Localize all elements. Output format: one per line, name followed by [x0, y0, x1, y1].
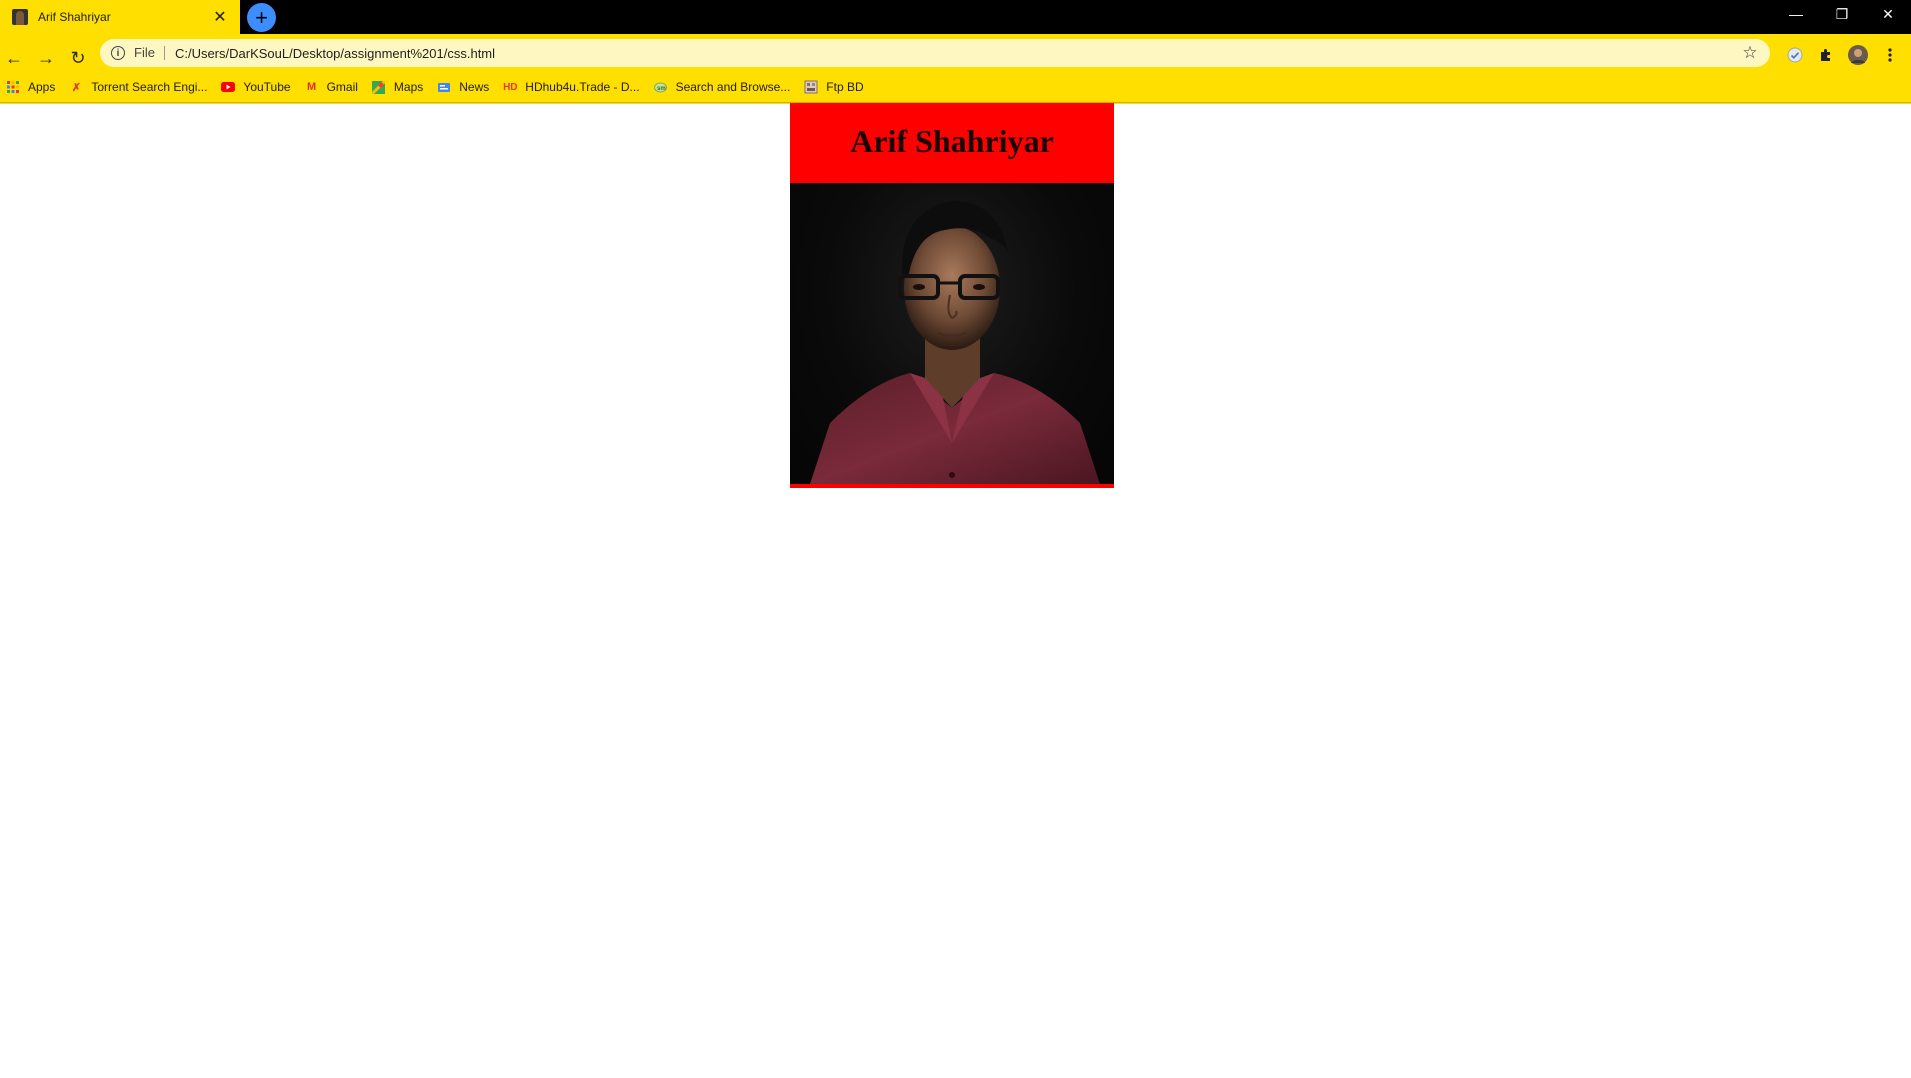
- profile-photo: [790, 183, 1114, 484]
- tab-title: Arif Shahriyar: [38, 10, 111, 24]
- bookmark-apps[interactable]: Apps: [0, 75, 63, 99]
- bookmark-label: Gmail: [326, 80, 358, 94]
- portrait-illustration: [810, 201, 1100, 484]
- svg-text:sm: sm: [657, 86, 666, 92]
- bookmark-label: Torrent Search Engi...: [91, 80, 208, 94]
- browser-toolbar: ← → ↻ i File C:/Users/DarKSouL/Desktop/a…: [0, 34, 1911, 104]
- bookmark-label: News: [459, 80, 490, 94]
- bookmark-star-icon[interactable]: ☆: [1736, 39, 1764, 67]
- back-arrow-icon[interactable]: ←: [0, 44, 28, 72]
- bookmark-gmail[interactable]: M Gmail: [299, 75, 366, 99]
- browser-menu-icon[interactable]: [1878, 43, 1902, 67]
- ftp-icon: [804, 80, 818, 94]
- url-scheme: File: [134, 46, 165, 60]
- bookmark-label: Search and Browse...: [675, 80, 791, 94]
- extension-check-icon[interactable]: [1783, 43, 1807, 67]
- gmail-icon: M: [306, 81, 317, 93]
- bookmark-news[interactable]: News: [431, 75, 497, 99]
- window-controls: — ❐ ✕: [1773, 0, 1911, 28]
- bookmark-label: Maps: [393, 80, 424, 94]
- new-tab-button[interactable]: +: [247, 3, 276, 32]
- bookmark-search-browse[interactable]: sm Search and Browse...: [648, 75, 799, 99]
- bookmark-label: Apps: [28, 80, 56, 94]
- hd-icon: HD: [503, 81, 518, 93]
- tab-favicon-icon: [12, 9, 28, 25]
- close-window-icon[interactable]: ✕: [1865, 0, 1911, 28]
- minimize-icon[interactable]: —: [1773, 0, 1819, 28]
- maps-icon: [372, 80, 386, 94]
- bookmark-ftp-bd[interactable]: Ftp BD: [798, 75, 871, 99]
- forward-arrow-icon[interactable]: →: [32, 44, 60, 72]
- profile-card: Arif Shahriyar: [790, 103, 1114, 488]
- bookmark-label: Ftp BD: [826, 80, 864, 94]
- restore-icon[interactable]: ❐: [1819, 0, 1865, 28]
- page-heading: Arif Shahriyar: [850, 123, 1054, 159]
- bookmark-maps[interactable]: Maps: [366, 75, 431, 99]
- reload-icon[interactable]: ↻: [64, 44, 92, 72]
- extensions-puzzle-icon[interactable]: [1814, 43, 1838, 67]
- bookmark-torrent-search[interactable]: ✗ Torrent Search Engi...: [63, 75, 215, 99]
- bookmarks-bar: Apps ✗ Torrent Search Engi... YouTube M …: [0, 74, 872, 100]
- bookmark-label: YouTube: [243, 80, 291, 94]
- address-bar[interactable]: i File C:/Users/DarKSouL/Desktop/assignm…: [100, 39, 1770, 67]
- bookmark-hdhub[interactable]: HD HDhub4u.Trade - D...: [497, 75, 647, 99]
- tab-strip: Arif Shahriyar ✕ + — ❐ ✕: [0, 0, 1911, 34]
- active-tab[interactable]: Arif Shahriyar ✕: [0, 0, 240, 34]
- close-tab-icon[interactable]: ✕: [210, 7, 230, 27]
- url-text[interactable]: C:/Users/DarKSouL/Desktop/assignment%201…: [175, 46, 1736, 61]
- site-info-icon[interactable]: i: [111, 46, 125, 60]
- apps-grid-icon: [6, 80, 20, 94]
- bookmark-youtube[interactable]: YouTube: [215, 75, 298, 99]
- profile-avatar-icon[interactable]: [1846, 43, 1870, 67]
- x-icon: ✗: [71, 81, 81, 94]
- search-browse-icon: sm: [654, 80, 668, 94]
- news-icon: [437, 80, 451, 94]
- youtube-icon: [221, 80, 236, 94]
- bookmark-label: HDhub4u.Trade - D...: [525, 80, 640, 94]
